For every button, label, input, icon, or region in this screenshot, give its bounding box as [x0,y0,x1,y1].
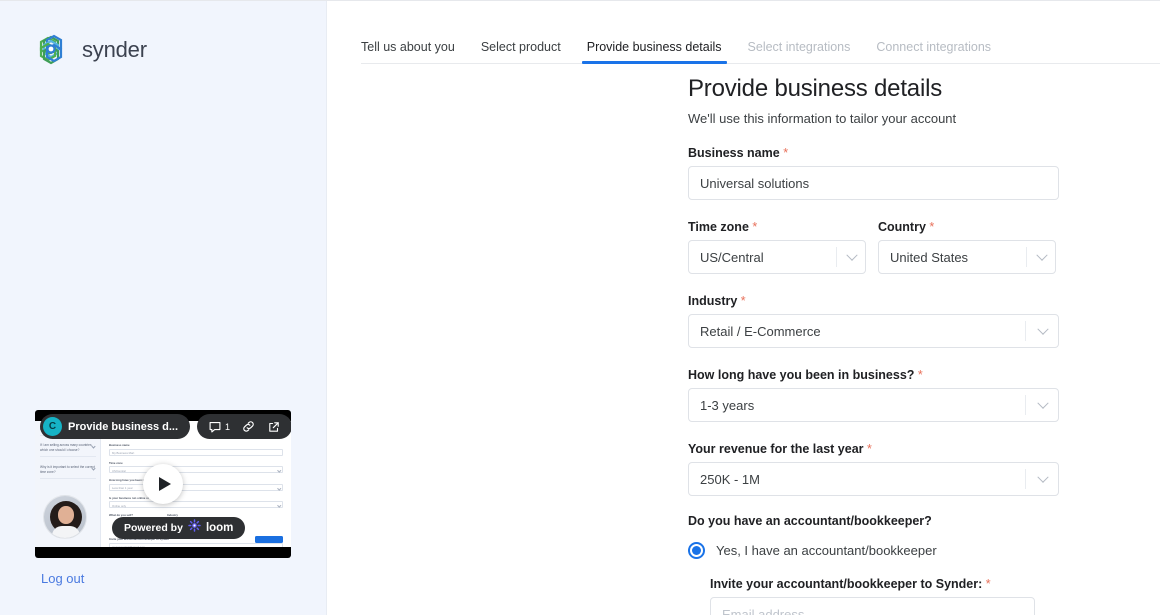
main-content: Tell us about you Select product Provide… [327,1,1160,615]
country-select[interactable]: United States [878,240,1056,274]
required-asterisk: * [867,442,872,456]
required-asterisk: * [741,294,746,308]
onboarding-page: synder How to connect multiple businesse… [0,0,1160,615]
synder-hexagon-logo-icon [32,30,72,70]
brand-name: synder [82,37,147,63]
revenue-value: 250K - 1M [700,472,1047,487]
loom-flower-icon [188,519,201,537]
play-icon[interactable] [143,464,183,504]
loom-title-pill[interactable]: C Provide business d... [40,414,190,439]
field-row-timezone-country: Time zone * US/Central Country * [688,220,1118,274]
business-details-form: Provide business details We'll use this … [688,75,1118,615]
business-length-select[interactable]: 1-3 years [688,388,1059,422]
business-name-label: Business name * [688,146,1118,160]
business-length-value: 1-3 years [700,398,1047,413]
tab-tell-us-about-you[interactable]: Tell us about you [361,40,468,63]
powered-by-label: Powered by [124,522,183,534]
industry-value: Retail / E-Commerce [700,324,1047,339]
industry-label: Industry * [688,294,1118,308]
tab-provide-business-details[interactable]: Provide business details [574,40,735,63]
sidebar: synder How to connect multiple businesse… [0,1,327,615]
field-industry: Industry * Retail / E-Commerce [688,294,1118,348]
field-time-zone: Time zone * US/Central [688,220,866,274]
video-faq-item: Why is it important to select the correc… [40,465,96,479]
loom-toolbar: C Provide business d... 1 [40,414,291,439]
video-preview-save-button [255,536,283,543]
invite-email-input[interactable] [710,597,1035,615]
link-icon[interactable] [241,419,256,434]
business-name-input[interactable] [688,166,1059,200]
webcam-bubble [43,495,87,539]
required-asterisk: * [783,146,788,160]
onboarding-steps-tabs: Tell us about you Select product Provide… [361,34,1160,64]
business-length-label: How long have you been in business? * [688,368,1118,382]
powered-by-loom-badge: Powered by [112,517,245,539]
comment-icon[interactable]: 1 [208,420,230,434]
brand-logo[interactable]: synder [32,30,147,70]
page-subtitle: We'll use this information to tailor you… [688,111,1118,126]
loom-label: loom [206,522,233,534]
time-zone-value: US/Central [700,250,854,265]
required-asterisk: * [929,220,934,234]
radio-yes-accountant[interactable]: Yes, I have an accountant/bookkeeper [688,542,1118,559]
tab-select-product[interactable]: Select product [468,40,574,63]
video-faq-item: If I am selling across many countries, w… [40,443,96,457]
country-value: United States [890,250,1044,265]
tab-select-integrations[interactable]: Select integrations [735,40,864,63]
field-invite-email: Invite your accountant/bookkeeper to Syn… [710,577,1118,615]
required-asterisk: * [918,368,923,382]
revenue-label: Your revenue for the last year * [688,442,1118,456]
logout-link[interactable]: Log out [41,571,84,586]
radio-yes-accountant-label: Yes, I have an accountant/bookkeeper [716,543,937,558]
revenue-select[interactable]: 250K - 1M [688,462,1059,496]
time-zone-select[interactable]: US/Central [688,240,866,274]
accountant-question-label: Do you have an accountant/bookkeeper? [688,514,1118,528]
field-business-name: Business name * [688,146,1118,200]
field-revenue: Your revenue for the last year * 250K - … [688,442,1118,496]
radio-selected-icon [688,542,705,559]
page-title: Provide business details [688,75,1118,103]
invite-email-label: Invite your accountant/bookkeeper to Syn… [710,577,1118,591]
required-asterisk: * [752,220,757,234]
comment-count: 1 [225,422,230,432]
loom-actions: 1 [197,414,291,439]
loom-video-widget[interactable]: How to connect multiple businesses? If I… [35,410,291,558]
field-country: Country * United States [878,220,1056,274]
required-asterisk: * [986,577,991,591]
chevron-down-icon [91,466,95,470]
field-accountant-question: Do you have an accountant/bookkeeper? Ye… [688,514,1118,559]
loom-video-title: Provide business d... [68,421,178,433]
avatar: C [43,417,62,436]
tab-connect-integrations[interactable]: Connect integrations [863,40,1004,63]
country-label: Country * [878,220,1056,234]
field-business-length: How long have you been in business? * 1-… [688,368,1118,422]
video-preview-sidebar: How to connect multiple businesses? If I… [35,421,101,547]
time-zone-label: Time zone * [688,220,866,234]
chevron-down-icon [91,444,95,448]
industry-select[interactable]: Retail / E-Commerce [688,314,1059,348]
external-link-icon[interactable] [267,420,281,434]
